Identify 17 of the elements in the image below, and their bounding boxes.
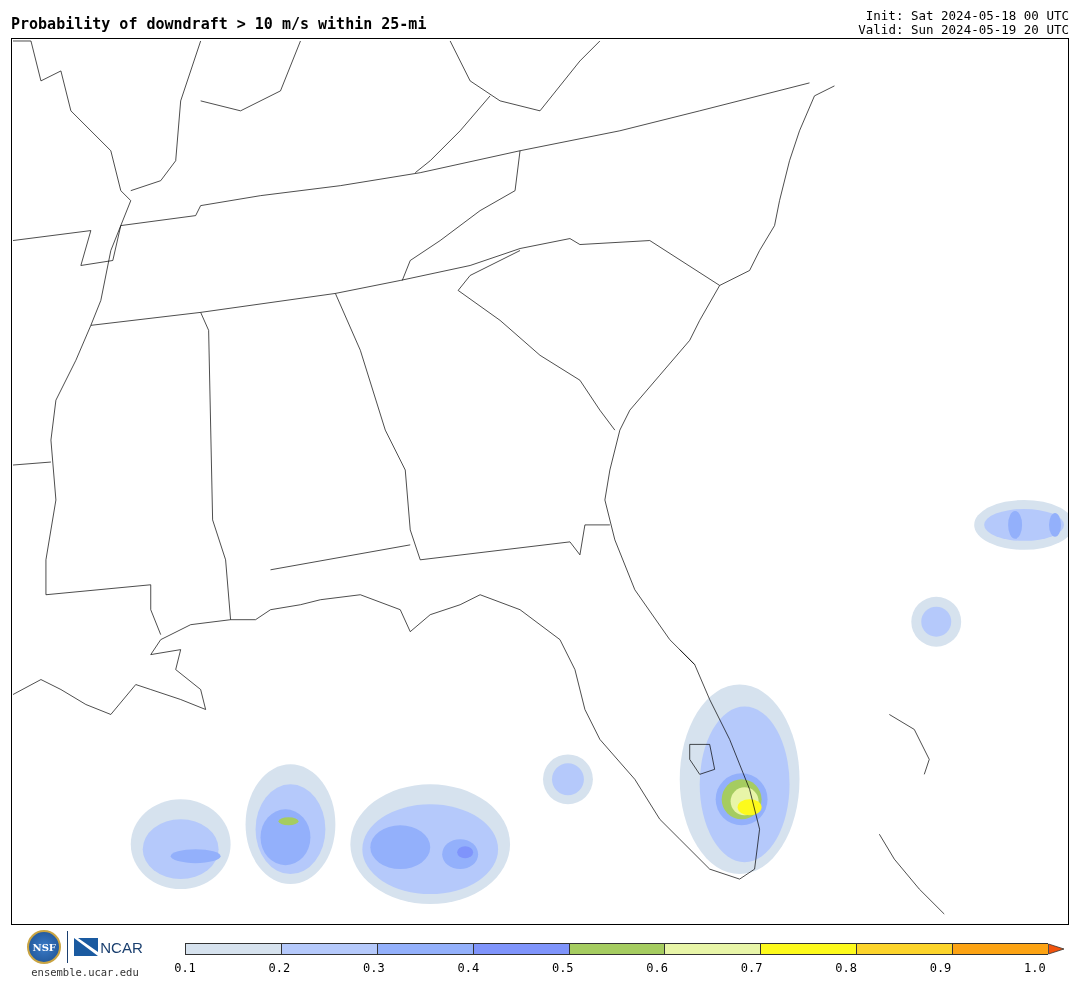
ncar-logo-icon (74, 938, 99, 956)
colorbar-tick-label: 0.3 (362, 961, 386, 975)
colorbar-tick-label: 0.6 (645, 961, 670, 975)
colorbar-tick-label: 0.8 (834, 961, 858, 975)
colorbar-tick-label: 0.5 (550, 961, 575, 975)
colorbar-tick-label: 0.7 (739, 961, 764, 975)
colorbar-tick-label: 0.1 (173, 961, 197, 975)
colorbar-tick-label: 0.4 (456, 961, 481, 975)
valid-time: Valid: Sun 2024-05-19 20 UTC (858, 23, 1069, 37)
ncar-logo-text: NCAR (100, 938, 143, 956)
colorbar-tick-label: 0.2 (267, 961, 292, 975)
website-url: ensemble.ucar.edu (31, 966, 139, 978)
colorbar-tick-label: 0.9 (928, 961, 953, 975)
colorbar-tick-label: 1.0 (1023, 961, 1047, 975)
init-time: Init: Sat 2024-05-18 00 UTC (865, 9, 1069, 23)
chart-title: Probability of downdraft > 10 m/s within 25-mi (11, 14, 427, 35)
seal-logo: NSF (27, 930, 62, 964)
